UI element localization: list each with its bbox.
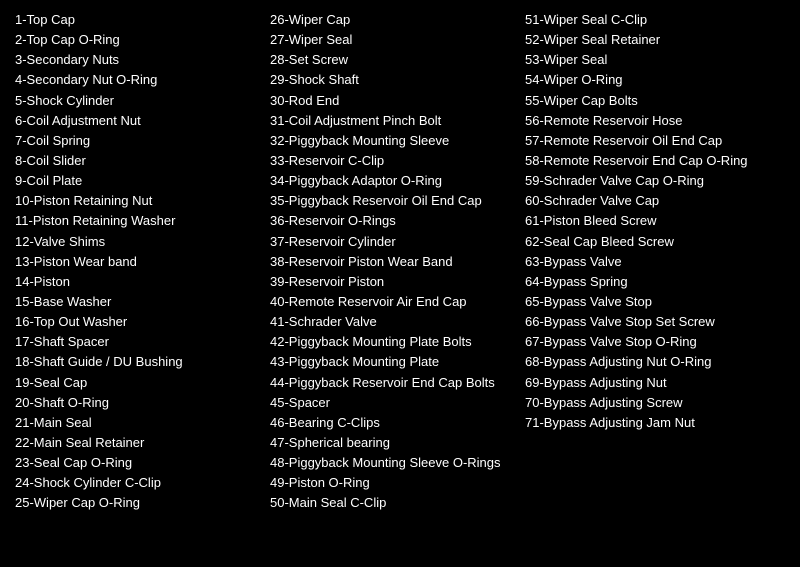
list-item: 26-Wiper Cap — [270, 10, 515, 30]
list-item: 66-Bypass Valve Stop Set Screw — [525, 312, 795, 332]
list-item: 45-Spacer — [270, 393, 515, 413]
list-item: 36-Reservoir O-Rings — [270, 211, 515, 231]
list-item: 5-Shock Cylinder — [15, 91, 260, 111]
list-item: 23-Seal Cap O-Ring — [15, 453, 260, 473]
column-1: 1-Top Cap2-Top Cap O-Ring3-Secondary Nut… — [15, 10, 270, 514]
list-item: 10-Piston Retaining Nut — [15, 191, 260, 211]
list-item: 68-Bypass Adjusting Nut O-Ring — [525, 352, 795, 372]
list-item: 1-Top Cap — [15, 10, 260, 30]
list-item: 47-Spherical bearing — [270, 433, 515, 453]
list-item: 67-Bypass Valve Stop O-Ring — [525, 332, 795, 352]
list-item: 38-Reservoir Piston Wear Band — [270, 252, 515, 272]
list-item: 51-Wiper Seal C-Clip — [525, 10, 795, 30]
parts-list: 1-Top Cap2-Top Cap O-Ring3-Secondary Nut… — [15, 10, 785, 514]
list-item: 53-Wiper Seal — [525, 50, 795, 70]
list-item: 52-Wiper Seal Retainer — [525, 30, 795, 50]
list-item: 25-Wiper Cap O-Ring — [15, 493, 260, 513]
list-item: 7-Coil Spring — [15, 131, 260, 151]
list-item: 33-Reservoir C-Clip — [270, 151, 515, 171]
list-item: 55-Wiper Cap Bolts — [525, 91, 795, 111]
list-item: 44-Piggyback Reservoir End Cap Bolts — [270, 373, 515, 393]
list-item: 42-Piggyback Mounting Plate Bolts — [270, 332, 515, 352]
list-item: 12-Valve Shims — [15, 232, 260, 252]
list-item: 60-Schrader Valve Cap — [525, 191, 795, 211]
list-item: 70-Bypass Adjusting Screw — [525, 393, 795, 413]
list-item: 34-Piggyback Adaptor O-Ring — [270, 171, 515, 191]
list-item: 28-Set Screw — [270, 50, 515, 70]
list-item: 18-Shaft Guide / DU Bushing — [15, 352, 260, 372]
list-item: 14-Piston — [15, 272, 260, 292]
list-item: 62-Seal Cap Bleed Screw — [525, 232, 795, 252]
list-item: 40-Remote Reservoir Air End Cap — [270, 292, 515, 312]
list-item: 39-Reservoir Piston — [270, 272, 515, 292]
list-item: 43-Piggyback Mounting Plate — [270, 352, 515, 372]
list-item: 64-Bypass Spring — [525, 272, 795, 292]
list-item: 15-Base Washer — [15, 292, 260, 312]
list-item: 8-Coil Slider — [15, 151, 260, 171]
list-item: 29-Shock Shaft — [270, 70, 515, 90]
column-2: 26-Wiper Cap27-Wiper Seal28-Set Screw29-… — [270, 10, 525, 514]
list-item: 41-Schrader Valve — [270, 312, 515, 332]
list-item: 61-Piston Bleed Screw — [525, 211, 795, 231]
list-item: 21-Main Seal — [15, 413, 260, 433]
list-item: 63-Bypass Valve — [525, 252, 795, 272]
list-item: 4-Secondary Nut O-Ring — [15, 70, 260, 90]
list-item: 32-Piggyback Mounting Sleeve — [270, 131, 515, 151]
list-item: 20-Shaft O-Ring — [15, 393, 260, 413]
list-item: 6-Coil Adjustment Nut — [15, 111, 260, 131]
list-item: 19-Seal Cap — [15, 373, 260, 393]
list-item: 9-Coil Plate — [15, 171, 260, 191]
list-item: 48-Piggyback Mounting Sleeve O-Rings — [270, 453, 515, 473]
list-item: 56-Remote Reservoir Hose — [525, 111, 795, 131]
column-3: 51-Wiper Seal C-Clip52-Wiper Seal Retain… — [525, 10, 795, 514]
list-item: 31-Coil Adjustment Pinch Bolt — [270, 111, 515, 131]
list-item: 17-Shaft Spacer — [15, 332, 260, 352]
list-item: 65-Bypass Valve Stop — [525, 292, 795, 312]
list-item: 57-Remote Reservoir Oil End Cap — [525, 131, 795, 151]
list-item: 58-Remote Reservoir End Cap O-Ring — [525, 151, 795, 171]
list-item: 59-Schrader Valve Cap O-Ring — [525, 171, 795, 191]
list-item: 49-Piston O-Ring — [270, 473, 515, 493]
list-item: 46-Bearing C-Clips — [270, 413, 515, 433]
list-item: 13-Piston Wear band — [15, 252, 260, 272]
list-item: 50-Main Seal C-Clip — [270, 493, 515, 513]
list-item: 54-Wiper O-Ring — [525, 70, 795, 90]
list-item: 37-Reservoir Cylinder — [270, 232, 515, 252]
list-item: 35-Piggyback Reservoir Oil End Cap — [270, 191, 515, 211]
list-item: 2-Top Cap O-Ring — [15, 30, 260, 50]
list-item: 71-Bypass Adjusting Jam Nut — [525, 413, 795, 433]
list-item: 30-Rod End — [270, 91, 515, 111]
list-item: 27-Wiper Seal — [270, 30, 515, 50]
list-item: 69-Bypass Adjusting Nut — [525, 373, 795, 393]
list-item: 16-Top Out Washer — [15, 312, 260, 332]
list-item: 22-Main Seal Retainer — [15, 433, 260, 453]
list-item: 11-Piston Retaining Washer — [15, 211, 260, 231]
list-item: 24-Shock Cylinder C-Clip — [15, 473, 260, 493]
list-item: 3-Secondary Nuts — [15, 50, 260, 70]
